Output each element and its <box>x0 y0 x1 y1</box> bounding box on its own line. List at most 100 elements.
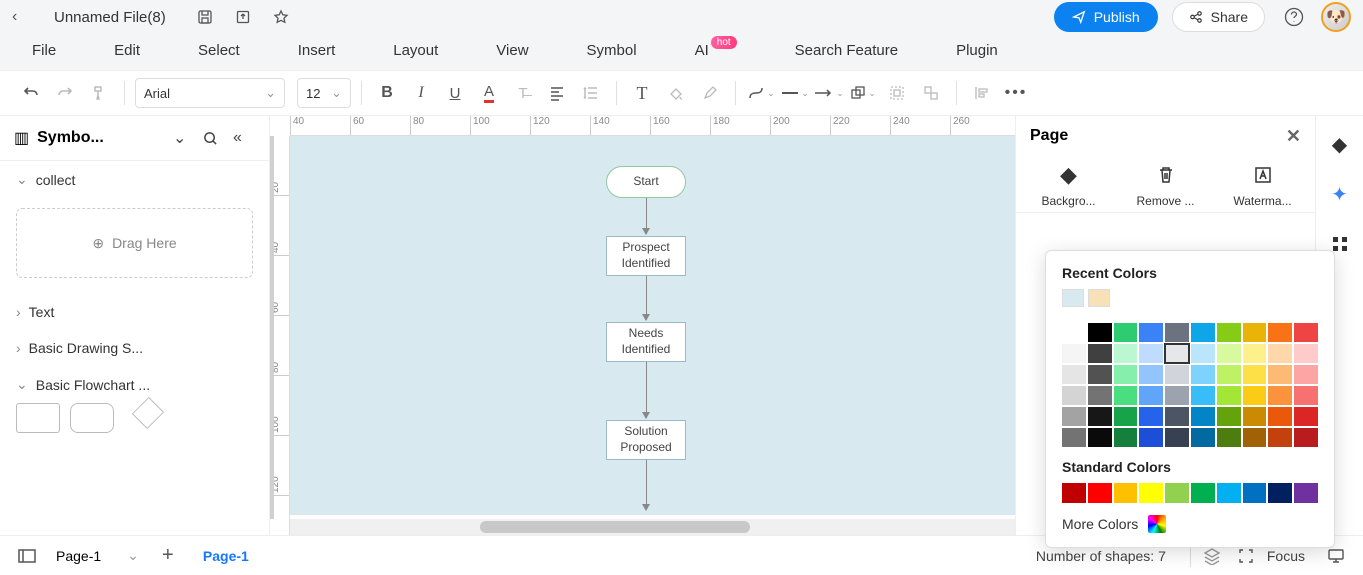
share-button[interactable]: Share <box>1172 2 1265 32</box>
palette-swatch[interactable] <box>1114 365 1138 384</box>
search-icon[interactable] <box>203 131 225 146</box>
shape-diamond[interactable] <box>124 403 168 433</box>
section-basic-flowchart[interactable]: Basic Flowchart ... <box>0 366 269 403</box>
more-colors-button[interactable]: More Colors <box>1062 515 1318 533</box>
palette-swatch[interactable] <box>1268 344 1292 363</box>
menu-plugin[interactable]: Plugin <box>936 36 1018 65</box>
font-size-select[interactable]: 12⌄ <box>297 78 351 108</box>
rail-ai-icon[interactable]: ✦ <box>1326 180 1354 208</box>
line-spacing-button[interactable] <box>576 78 606 108</box>
palette-swatch[interactable] <box>1062 407 1086 426</box>
palette-swatch[interactable] <box>1217 365 1241 384</box>
palette-swatch[interactable] <box>1088 386 1112 405</box>
underline-button[interactable]: U <box>440 78 470 108</box>
menu-search-feature[interactable]: Search Feature <box>775 36 918 65</box>
palette-swatch[interactable] <box>1114 407 1138 426</box>
node-needs[interactable]: Needs Identified <box>606 322 686 362</box>
background-action[interactable]: ◆Backgro... <box>1029 162 1109 208</box>
palette-swatch[interactable] <box>1243 407 1267 426</box>
standard-color-swatch[interactable] <box>1243 483 1267 503</box>
fill-button[interactable] <box>661 78 691 108</box>
palette-swatch[interactable] <box>1268 365 1292 384</box>
palette-swatch[interactable] <box>1268 428 1292 447</box>
palette-swatch[interactable] <box>1217 407 1241 426</box>
palette-swatch[interactable] <box>1165 344 1189 363</box>
palette-swatch[interactable] <box>1165 323 1189 342</box>
menu-ai[interactable]: AIhot <box>675 36 757 65</box>
menu-select[interactable]: Select <box>178 36 260 65</box>
palette-swatch[interactable] <box>1139 323 1163 342</box>
palette-swatch[interactable] <box>1243 344 1267 363</box>
focus-label[interactable]: Focus <box>1267 548 1305 564</box>
palette-swatch[interactable] <box>1165 386 1189 405</box>
menu-view[interactable]: View <box>476 36 548 65</box>
line-style-button[interactable]: ⌄ <box>780 78 810 108</box>
palette-swatch[interactable] <box>1294 323 1318 342</box>
layer-button[interactable]: ⌄ <box>848 78 878 108</box>
arrow-3[interactable] <box>646 362 647 418</box>
menu-edit[interactable]: Edit <box>94 36 160 65</box>
italic-button[interactable]: I <box>406 78 436 108</box>
palette-swatch[interactable] <box>1294 407 1318 426</box>
palette-swatch[interactable] <box>1243 365 1267 384</box>
menu-insert[interactable]: Insert <box>278 36 356 65</box>
page-list-icon[interactable] <box>14 543 40 569</box>
collapse-panel-icon[interactable]: « <box>233 129 255 147</box>
user-avatar[interactable] <box>1321 2 1351 32</box>
export-icon[interactable] <box>232 6 254 28</box>
add-page-button[interactable]: + <box>155 543 181 569</box>
connector-style-button[interactable]: ⌄ <box>746 78 776 108</box>
menu-file[interactable]: File <box>12 36 76 65</box>
arrow-style-button[interactable]: ⌄ <box>814 78 844 108</box>
standard-color-swatch[interactable] <box>1062 483 1086 503</box>
palette-swatch[interactable] <box>1088 428 1112 447</box>
section-collect[interactable]: collect <box>0 161 269 198</box>
palette-swatch[interactable] <box>1294 365 1318 384</box>
standard-color-swatch[interactable] <box>1191 483 1215 503</box>
palette-swatch[interactable] <box>1191 344 1215 363</box>
palette-swatch[interactable] <box>1191 365 1215 384</box>
align-button[interactable] <box>542 78 572 108</box>
publish-button[interactable]: Publish <box>1054 2 1158 32</box>
palette-swatch[interactable] <box>1114 323 1138 342</box>
standard-color-swatch[interactable] <box>1088 483 1112 503</box>
watermark-action[interactable]: Waterma... <box>1223 162 1303 208</box>
palette-swatch[interactable] <box>1165 428 1189 447</box>
palette-swatch[interactable] <box>1243 428 1267 447</box>
page-selector[interactable]: Page-1⌄ <box>48 543 147 568</box>
palette-swatch[interactable] <box>1088 365 1112 384</box>
palette-swatch[interactable] <box>1217 323 1241 342</box>
arrow-2[interactable] <box>646 276 647 320</box>
palette-swatch[interactable] <box>1268 386 1292 405</box>
palette-swatch[interactable] <box>1062 386 1086 405</box>
bold-button[interactable]: B <box>372 78 402 108</box>
font-color-button[interactable]: A <box>474 78 504 108</box>
palette-swatch[interactable] <box>1165 365 1189 384</box>
palette-swatch[interactable] <box>1062 344 1086 363</box>
font-family-select[interactable]: Arial⌄ <box>135 78 285 108</box>
palette-swatch[interactable] <box>1114 344 1138 363</box>
clear-format-button[interactable]: T̶ <box>508 78 538 108</box>
palette-swatch[interactable] <box>1114 386 1138 405</box>
text-tool-button[interactable]: T <box>627 78 657 108</box>
back-button[interactable]: ‹ <box>12 8 30 26</box>
ungroup-button[interactable] <box>916 78 946 108</box>
palette-swatch[interactable] <box>1268 407 1292 426</box>
palette-swatch[interactable] <box>1217 344 1241 363</box>
arrow-4[interactable] <box>646 460 647 510</box>
palette-swatch[interactable] <box>1088 323 1112 342</box>
align-objects-button[interactable] <box>967 78 997 108</box>
palette-swatch[interactable] <box>1088 407 1112 426</box>
palette-swatch[interactable] <box>1139 407 1163 426</box>
palette-swatch[interactable] <box>1139 365 1163 384</box>
drag-here-zone[interactable]: ⊕Drag Here <box>16 208 253 278</box>
menu-symbol[interactable]: Symbol <box>567 36 657 65</box>
palette-swatch[interactable] <box>1062 323 1086 342</box>
recent-color-swatch[interactable] <box>1088 289 1110 307</box>
palette-swatch[interactable] <box>1191 386 1215 405</box>
remove-action[interactable]: Remove ... <box>1126 162 1206 208</box>
help-button[interactable] <box>1279 2 1309 32</box>
palette-swatch[interactable] <box>1062 365 1086 384</box>
arrow-1[interactable] <box>646 198 647 234</box>
close-panel-icon[interactable]: ✕ <box>1286 126 1301 147</box>
